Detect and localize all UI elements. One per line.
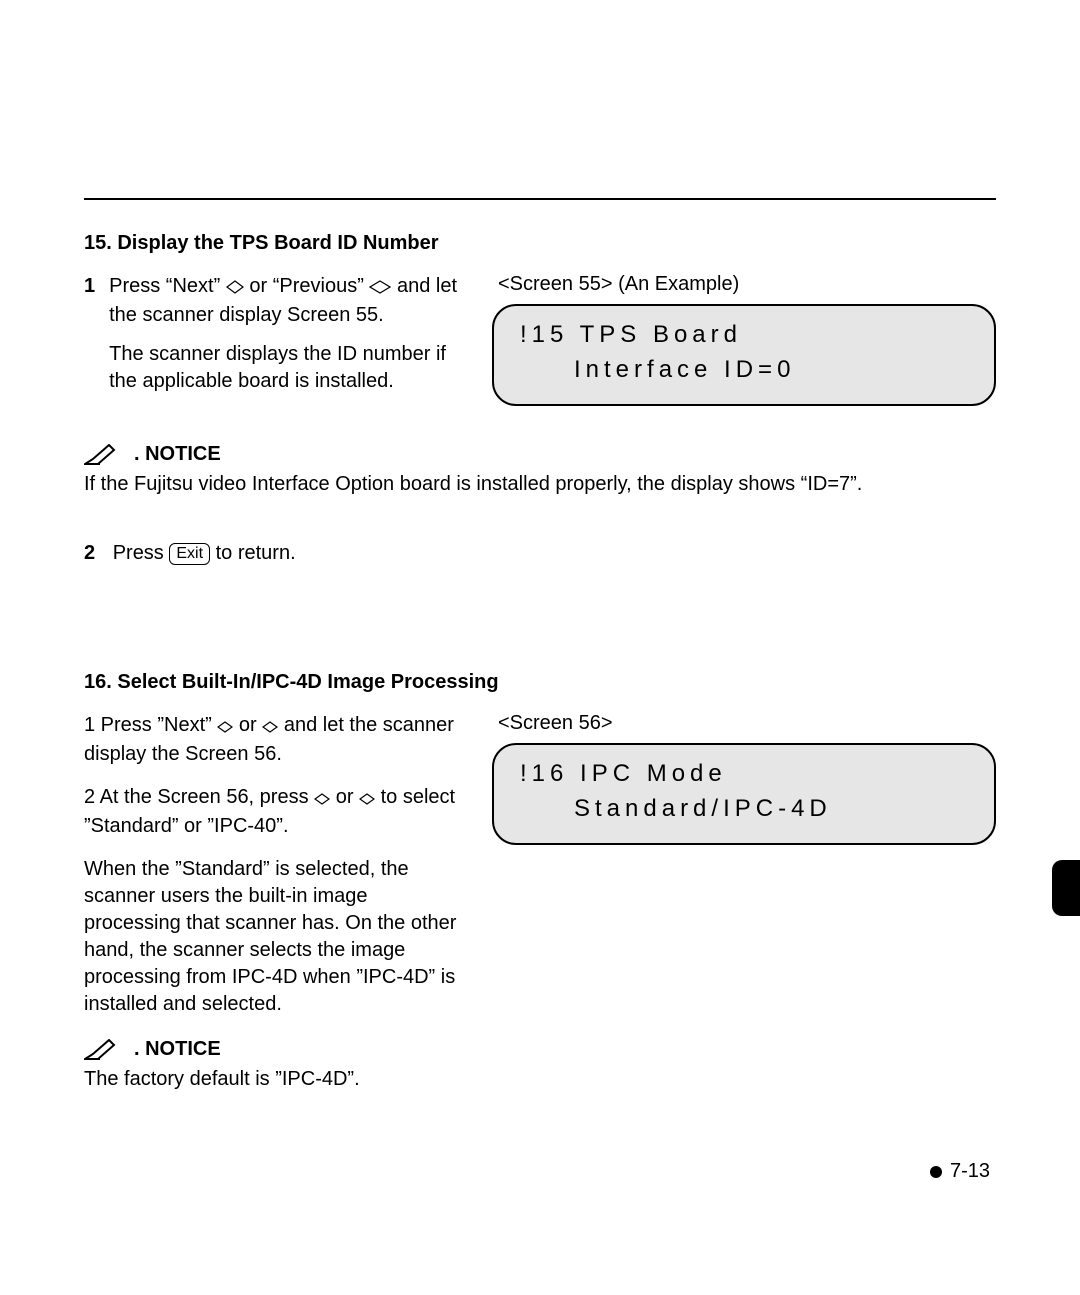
section-16-left: 1 Press ”Next” or and let the scanner di… [84,712,464,1034]
section-16: 16. Select Built-In/IPC-4D Image Process… [84,671,996,1093]
pencil-icon [84,444,124,466]
top-rule [84,198,996,200]
step-text: Press “Next” or “Previous” and let the s… [109,273,464,395]
content-area: 15. Display the TPS Board ID Number 1 Pr… [84,232,996,1093]
text: or [239,714,262,736]
paragraph: 1 Press ”Next” or and let the scanner di… [84,712,464,768]
notice-label: . NOTICE [134,1038,221,1061]
text: or “Previous” [249,275,369,297]
text: to return. [216,542,296,564]
exit-key-icon: Exit [169,543,210,565]
text: 1 Press ”Next” [84,714,217,736]
lcd-screen-55: !15 TPS Board Interface ID=0 [492,304,996,406]
paragraph: When the ”Standard” is selected, the sca… [84,856,464,1018]
diamond-icon [359,786,375,813]
lcd-screen-56: !16 IPC Mode Standard/IPC-4D [492,743,996,845]
bullet-icon [930,1166,942,1178]
text: Press “Next” [109,275,226,297]
diamond-icon [262,714,278,741]
section-15-right: <Screen 55> (An Example) !15 TPS Board I… [492,273,996,406]
notice-label: . NOTICE [134,443,221,466]
text: Press [113,542,170,564]
screen-56-label: <Screen 56> [498,712,996,735]
section-15-step1: 1 Press “Next” or “Previous” and let the… [84,273,464,395]
section-16-right: <Screen 56> !16 IPC Mode Standard/IPC-4D [492,712,996,845]
lcd-line: !16 IPC Mode [520,757,968,792]
thumb-tab [1052,860,1080,916]
lcd-line: Standard/IPC-4D [520,792,968,827]
text: or [336,786,359,808]
notice-body: If the Fujitsu video Interface Option bo… [84,471,996,498]
notice-body: The factory default is ”IPC-4D”. [84,1066,996,1093]
notice-16: . NOTICE The factory default is ”IPC-4D”… [84,1038,996,1093]
lcd-line: Interface ID=0 [520,353,968,388]
pencil-icon [84,1039,124,1061]
section-15-left: 1 Press “Next” or “Previous” and let the… [84,273,464,407]
text: 2 At the Screen 56, press [84,786,314,808]
diamond-icon [226,275,244,302]
paragraph: 2 At the Screen 56, press or to select ”… [84,784,464,840]
notice-heading: . NOTICE [84,443,221,466]
step-number: 2 [84,542,95,564]
section-16-heading: 16. Select Built-In/IPC-4D Image Process… [84,671,996,694]
page-number: 7-13 [950,1160,990,1183]
text: The scanner displays the ID number if th… [109,343,446,392]
section-16-row: 1 Press ”Next” or and let the scanner di… [84,712,996,1034]
page-footer: 7-13 [930,1160,990,1183]
section-15-row: 1 Press “Next” or “Previous” and let the… [84,273,996,407]
lcd-line: !15 TPS Board [520,318,968,353]
notice-15: . NOTICE If the Fujitsu video Interface … [84,443,996,498]
notice-heading: . NOTICE [84,1038,221,1061]
diamond-icon [314,786,330,813]
section-15-heading: 15. Display the TPS Board ID Number [84,232,996,255]
step-number: 1 [84,273,95,395]
page: 15. Display the TPS Board ID Number 1 Pr… [0,0,1080,1295]
screen-55-label: <Screen 55> (An Example) [498,273,996,296]
diamond-icon [217,714,233,741]
diamond-icon [369,275,391,302]
section-15-step2: 2 Press Exit to return. [84,542,996,565]
